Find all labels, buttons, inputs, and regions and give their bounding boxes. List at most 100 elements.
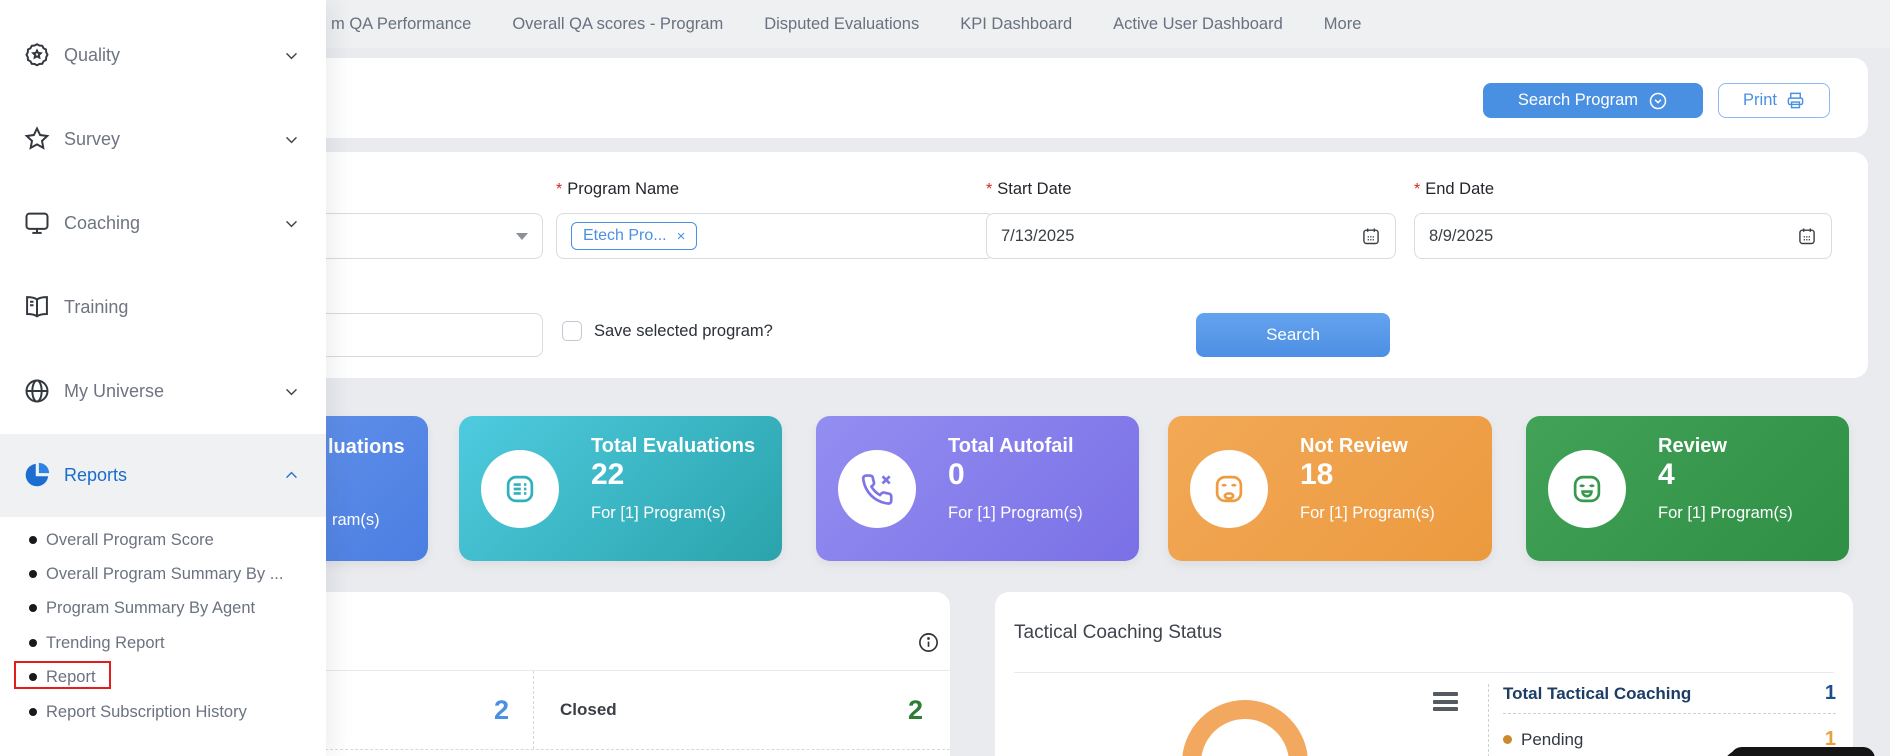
search-program-label: Search Program [1518,91,1638,110]
status-value-blue: 2 [494,695,509,726]
tactical-coaching-donut-chart [1182,700,1308,756]
printer-icon [1786,91,1805,110]
toolbar-panel: Search Program Print [290,58,1868,138]
end-date-value: 8/9/2025 [1429,227,1493,246]
sidebar-item-coaching[interactable]: Coaching [0,191,326,255]
bullet-icon [29,570,37,578]
sidebar-item-survey[interactable]: Survey [0,107,326,171]
chevron-down-icon [283,383,300,400]
monitor-icon [22,208,52,238]
horizontal-dashed-divider [1503,713,1836,714]
stat-card-title: Not Review [1300,435,1408,458]
stat-card-subtitle: For [1] Program(s) [591,504,726,523]
stat-card-subtitle: For [1] Program(s) [1658,504,1793,523]
stat-card-value: 22 [591,458,624,492]
sidebar-item-label: Quality [64,45,120,66]
print-label: Print [1743,91,1777,110]
search-button[interactable]: Search [1196,313,1390,357]
status-cell-open: 2 [300,671,534,749]
sidebar-item-label: My Universe [64,381,164,402]
start-date-value: 7/13/2025 [1001,227,1074,246]
tab-qa-performance[interactable]: m QA Performance [331,15,471,34]
submenu-report[interactable]: Report [46,665,96,689]
print-button[interactable]: Print [1718,83,1830,118]
calendar-icon[interactable] [1797,226,1817,246]
happy-face-icon [1548,450,1626,528]
sad-face-icon [1190,450,1268,528]
sidebar: Quality Survey Coaching [0,0,326,756]
sidebar-item-label: Survey [64,129,120,150]
phone-x-icon [838,450,916,528]
submenu-report-subscription-history[interactable]: Report Subscription History [46,700,247,724]
submenu-trending-report[interactable]: Trending Report [46,631,165,655]
end-date-label: *End Date [1414,180,1494,199]
filter-panel: *Program Name Etech Pro... × *Start Date… [290,152,1868,378]
stat-card-title: Total Evaluations [591,435,755,458]
program-chip[interactable]: Etech Pro... × [571,222,697,250]
tab-overall-qa-scores-program[interactable]: Overall QA scores - Program [512,15,723,34]
sidebar-item-label: Coaching [64,213,140,234]
chevron-down-icon [283,131,300,148]
status-cell-closed: Closed 2 [534,671,950,749]
submenu-overall-program-summary[interactable]: Overall Program Summary By ... [46,562,283,586]
stat-card-value: 0 [948,458,965,492]
sidebar-item-quality[interactable]: Quality [0,23,326,87]
info-icon[interactable] [917,631,940,654]
pie-chart-icon [22,460,52,490]
tab-kpi-dashboard[interactable]: KPI Dashboard [960,15,1072,34]
pending-label: Pending [1521,730,1583,750]
chevron-up-icon [283,467,300,484]
stat-card-title: Review [1658,435,1727,458]
sidebar-item-label: Training [64,297,128,318]
start-date-field[interactable]: 7/13/2025 [986,213,1396,259]
panel-divider [1014,672,1834,673]
submenu-overall-program-score[interactable]: Overall Program Score [46,528,214,552]
program-name-label: *Program Name [556,180,679,199]
stat-card-title-fragment: luations [328,436,405,459]
sidebar-item-reports[interactable]: Reports [0,443,326,507]
end-date-field[interactable]: 8/9/2025 [1414,213,1832,259]
tab-list: m QA Performance Overall QA scores - Pro… [331,0,1361,48]
total-tactical-coaching-row: Total Tactical Coaching 1 [1503,682,1836,705]
chip-remove-icon[interactable]: × [677,229,686,244]
chevron-circle-icon [1648,91,1668,111]
tab-disputed-evaluations[interactable]: Disputed Evaluations [764,15,919,34]
stat-card-review: Review 4 For [1] Program(s) [1526,416,1849,561]
stat-card-subtitle: For [1] Program(s) [948,504,1083,523]
sidebar-item-training[interactable]: Training [0,275,326,339]
bullet-icon [29,639,37,647]
stat-card-total-autofail: Total Autofail 0 For [1] Program(s) [816,416,1139,561]
chevron-down-icon [283,47,300,64]
stat-card-title: Total Autofail [948,435,1074,458]
total-tactical-coaching-value: 1 [1825,682,1836,705]
stat-card-subtitle: For [1] Program(s) [1300,504,1435,523]
search-program-button[interactable]: Search Program [1483,83,1703,118]
stat-card-value: 4 [1658,458,1675,492]
start-date-label: *Start Date [986,180,1072,199]
sidebar-item-label: Reports [64,465,127,486]
closed-value: 2 [908,695,923,726]
program-name-field[interactable]: Etech Pro... × [556,213,994,259]
calendar-icon[interactable] [1361,226,1381,246]
tab-active-user-dashboard[interactable]: Active User Dashboard [1113,15,1283,34]
stat-card-value: 18 [1300,458,1333,492]
sidebar-item-my-universe[interactable]: My Universe [0,359,326,423]
tab-more[interactable]: More [1324,15,1362,34]
chevron-down-icon [283,215,300,232]
bullet-icon [29,604,37,612]
chart-menu-icon[interactable] [1433,692,1458,715]
program-type-dropdown[interactable] [310,213,543,259]
submenu-program-summary-by-agent[interactable]: Program Summary By Agent [46,596,255,620]
evaluation-status-panel: 2 Closed 2 [300,592,950,756]
stat-card-subtitle-fragment: ram(s) [332,511,380,530]
vertical-dashed-divider [1488,684,1489,756]
bullet-icon [29,536,37,544]
total-tactical-coaching-label: Total Tactical Coaching [1503,684,1691,704]
save-program-checkbox[interactable] [562,321,582,341]
chart-tooltip-clipped [1730,747,1875,756]
globe-icon [22,376,52,406]
sidebar-item-reports-active: Reports [0,434,326,517]
stat-card-total-evaluations: Total Evaluations 22 For [1] Program(s) [459,416,782,561]
secondary-filter-input[interactable] [310,313,543,357]
status-stat-row: 2 Closed 2 [300,671,950,750]
